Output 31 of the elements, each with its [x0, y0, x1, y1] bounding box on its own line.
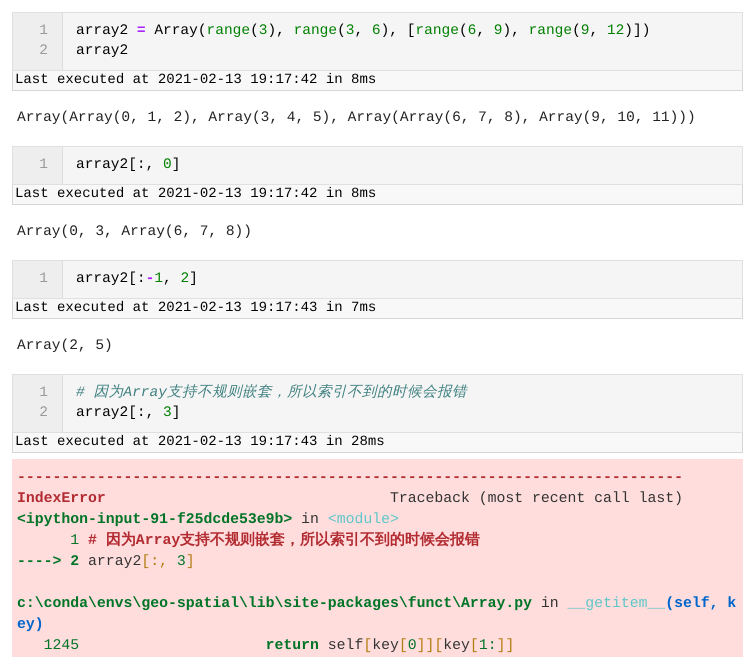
output-text: Array(2, 5) [16, 337, 114, 356]
line-number: 1 [38, 384, 48, 403]
execution-status: Last executed at 2021-02-13 19:17:43 in 28ms [12, 433, 743, 453]
execution-status: Last executed at 2021-02-13 19:17:42 in 8ms [12, 185, 743, 205]
line-number: 2 [38, 42, 48, 61]
traceback-line: <ipython-input-91-f25dcde53e9b> in <module> [17, 511, 400, 530]
traceback-line: --------------------------------------------------------------------------- [17, 469, 684, 488]
code-input-cell[interactable]: 1 2 array2 = Array(range(3), range(3, 6), [range(6, 9), range(9, 12)]) array2 [12, 12, 743, 71]
execution-status: Last executed at 2021-02-13 19:17:42 in 8ms [12, 71, 743, 91]
line-number: 2 [38, 404, 48, 423]
code-line: array2[:-1, 2] [76, 270, 198, 289]
code-line: array2[:, 3] [76, 404, 182, 423]
traceback-line: ----> 2 array2[:, 3] [17, 553, 196, 572]
execution-status: Last executed at 2021-02-13 19:17:43 in 7ms [12, 299, 743, 319]
traceback-line: 1245 return self[key[0]][key[1:]] [42, 637, 516, 656]
line-number: 1 [38, 270, 48, 289]
code-input-cell[interactable]: 1 2 # 因为Array支持不规则嵌套，所以索引不到的时候会报错 array2[:, 3] [12, 374, 743, 433]
code-input-cell[interactable]: 1 array2[:, 0] [12, 146, 743, 185]
code-line: array2[:, 0] [76, 156, 180, 175]
output-text: Array(Array(0, 1, 2), Array(3, 4, 5), Array(Array(6, 7, 8), Array(9, 10, 11))) [16, 109, 697, 128]
traceback-line: 1 # 因为Array支持不规则嵌套，所以索引不到的时候会报错 [69, 531, 482, 551]
traceback-line: ey) [17, 616, 45, 635]
code-line: array2 [76, 42, 130, 61]
line-number: 1 [38, 156, 48, 175]
code-input-cell[interactable]: 1 array2[:-1, 2] [12, 260, 743, 299]
line-number: 1 [38, 22, 48, 41]
code-line: array2 = Array(range(3), range(3, 6), [range(6, 9), range(9, 12)]) [76, 22, 650, 41]
code-line: # 因为Array支持不规则嵌套，所以索引不到的时候会报错 [76, 383, 467, 403]
traceback-line: IndexError Traceback (most recent call last) [17, 490, 684, 509]
output-text: Array(0, 3, Array(6, 7, 8)) [16, 223, 253, 242]
traceback-line: c:\conda\envs\geo-spatial\lib\site-packages\funct\Array.py in __getitem__(self, k [17, 595, 738, 614]
